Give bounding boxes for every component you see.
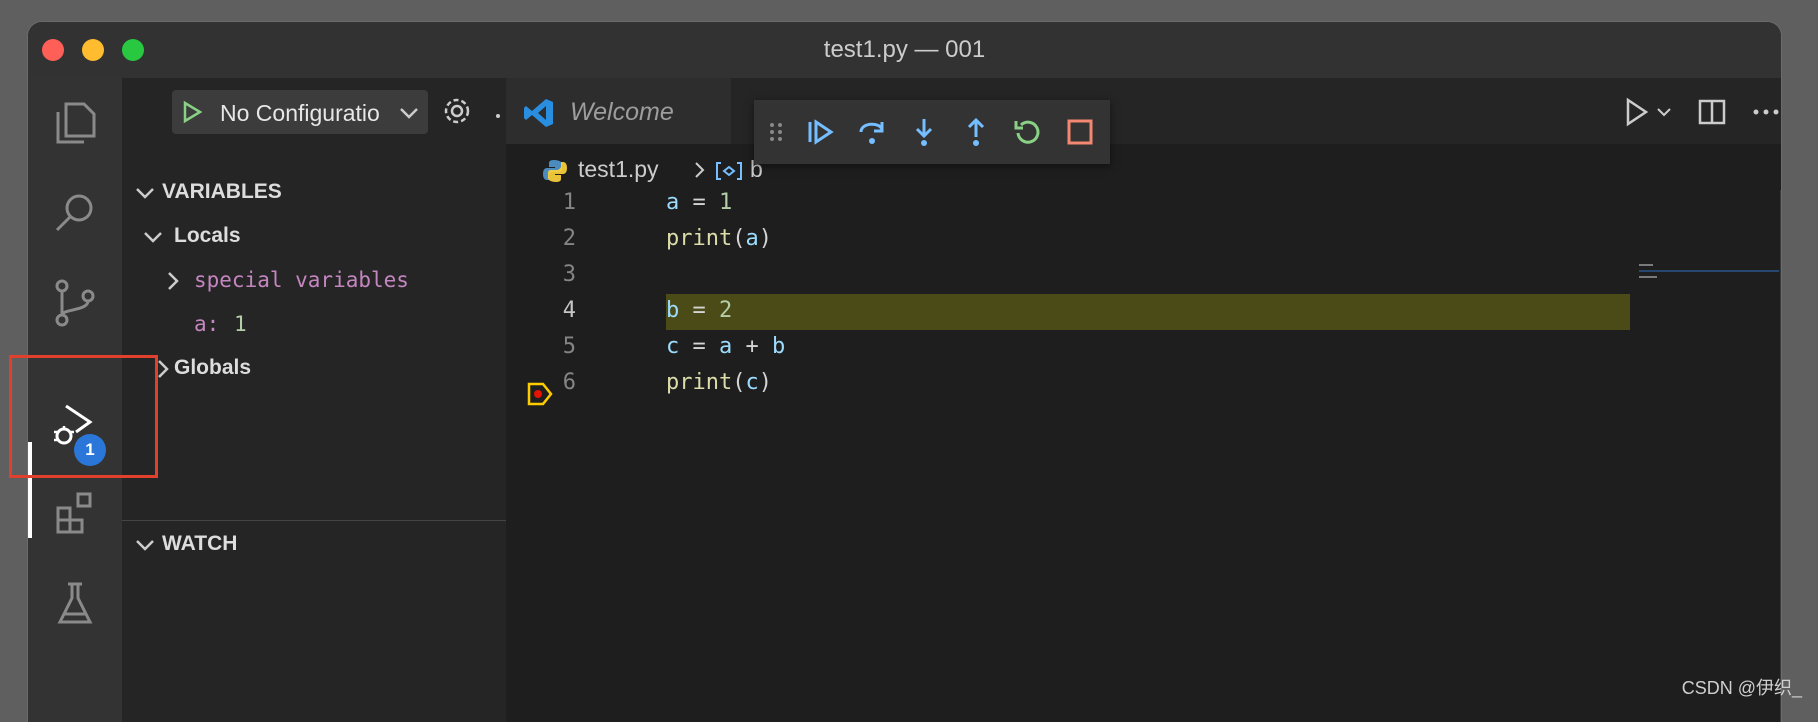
variable-value: 1 (234, 312, 247, 336)
gear-icon[interactable] (442, 96, 472, 126)
globals-label: Globals (174, 356, 252, 379)
line-number: 3 (562, 262, 576, 287)
code-line: 3 (506, 258, 1606, 294)
step-into-icon[interactable] (908, 116, 940, 148)
section-divider (122, 520, 506, 521)
stop-icon[interactable] (1064, 116, 1096, 148)
chevron-down-icon (136, 540, 154, 551)
locals-label: Locals (174, 224, 241, 247)
debug-sidebar: No Configuratio VARIABLES Locals special… (122, 78, 506, 722)
globals-scope[interactable]: Globals (152, 354, 482, 384)
window-title: test1.py — 001 (823, 36, 986, 63)
code-text: b = 2 (666, 298, 733, 323)
variables-header: VARIABLES (162, 180, 282, 203)
extensions-icon[interactable] (48, 488, 102, 542)
title-bar: test1.py — 001 (28, 22, 1781, 79)
step-out-icon[interactable] (960, 116, 992, 148)
more-actions-icon[interactable] (496, 114, 500, 118)
code-text: print(a) (666, 226, 772, 251)
current-code-line: 4 b = 2 (506, 294, 1630, 330)
search-icon[interactable] (48, 186, 102, 240)
scrollbar-track[interactable] (1780, 190, 1781, 722)
run-configuration-select[interactable]: No Configuratio (172, 90, 428, 134)
annotation-highlight-box (9, 355, 158, 478)
code-line: 1 a = 1 (506, 186, 1606, 222)
code-line: 6 print(c) (506, 366, 1606, 402)
variable-symbol-icon (716, 162, 742, 180)
editor-area: Welcome test1.py b 1 a = 1 2 print(a) 3 … (506, 78, 1781, 722)
breadcrumb-file[interactable]: test1.py (578, 156, 659, 183)
vscode-logo-icon (524, 99, 553, 127)
line-number: 4 (562, 298, 576, 323)
debug-toolbar (754, 100, 1110, 164)
tab-bar: Welcome (506, 78, 1781, 144)
python-icon (543, 160, 567, 182)
explorer-icon[interactable] (48, 96, 102, 150)
special-variables-row[interactable]: special variables (162, 266, 482, 296)
breakpoint-paused-icon[interactable] (526, 380, 554, 408)
watch-header: WATCH (162, 532, 238, 555)
split-editor-icon[interactable] (1696, 96, 1728, 128)
line-number: 2 (562, 226, 576, 251)
run-configuration-label: No Configuratio (220, 100, 380, 126)
tab-welcome[interactable]: Welcome (506, 78, 731, 144)
code-text: a = 1 (666, 190, 733, 215)
code-line: 5 c = a + b (506, 330, 1606, 366)
tab-label: Welcome (570, 98, 674, 126)
chevron-right-icon (168, 272, 179, 290)
code-text: c = a + b (666, 334, 786, 359)
vscode-window: test1.py — 001 1 No Configuratio VARIABL… (28, 22, 1781, 722)
locals-scope[interactable]: Locals (142, 222, 482, 252)
more-actions-icon[interactable] (1750, 96, 1781, 128)
line-number: 5 (562, 334, 576, 359)
special-variables-label: special variables (194, 268, 409, 292)
source-control-icon[interactable] (48, 276, 102, 330)
line-number: 1 (562, 190, 576, 215)
variable-row-a[interactable]: a: 1 (194, 310, 474, 340)
restart-icon[interactable] (1012, 116, 1044, 148)
minimap[interactable] (1639, 190, 1779, 722)
continue-icon[interactable] (804, 116, 836, 148)
watch-section-header[interactable]: WATCH (122, 530, 506, 560)
code-line: 2 print(a) (506, 222, 1606, 258)
chevron-down-icon (136, 188, 154, 199)
run-file-icon[interactable] (1620, 96, 1652, 128)
drag-handle-icon[interactable] (766, 116, 786, 148)
watermark: CSDN @伊织_ (1681, 678, 1802, 698)
chevron-down-icon (400, 108, 418, 119)
chevron-right-icon (695, 162, 705, 178)
step-over-icon[interactable] (856, 116, 888, 148)
current-line-highlight (666, 294, 1630, 330)
chevron-down-icon[interactable] (1656, 104, 1672, 120)
testing-icon[interactable] (48, 576, 102, 630)
variable-name: a: (194, 312, 220, 336)
chevron-down-icon (144, 232, 162, 243)
play-icon (183, 100, 203, 124)
code-text: print(c) (666, 370, 772, 395)
variables-section-header[interactable]: VARIABLES (122, 178, 506, 208)
